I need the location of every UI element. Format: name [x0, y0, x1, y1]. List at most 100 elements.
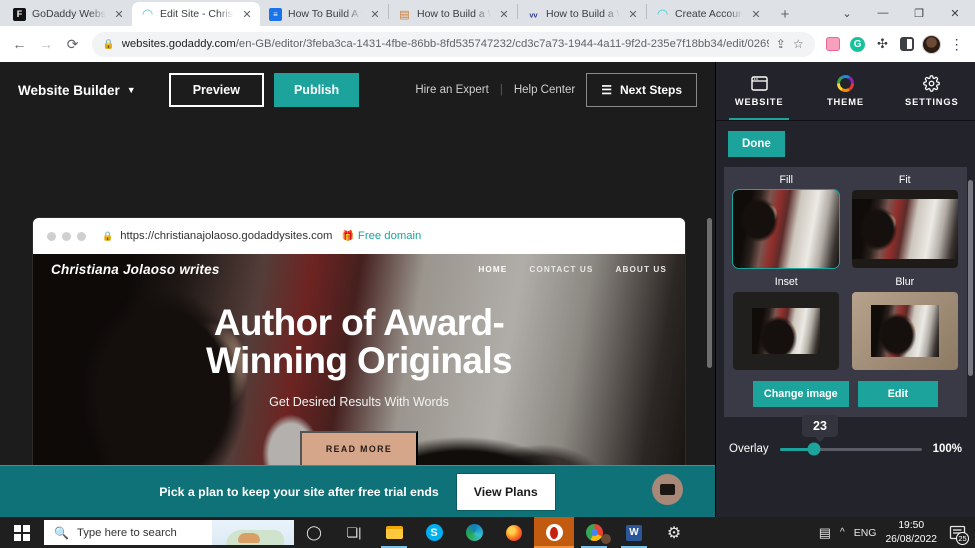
maximize-button[interactable]: ❐: [901, 0, 937, 26]
tab-title: GoDaddy Website B: [32, 8, 106, 20]
settings-gear-icon[interactable]: ⚙: [654, 517, 694, 548]
google-chrome-icon[interactable]: [574, 517, 614, 548]
pocket-extension-icon[interactable]: [822, 32, 845, 56]
hero-read-more-button[interactable]: READ MORE: [299, 430, 419, 467]
tab-close-icon[interactable]: ✕: [112, 7, 126, 21]
browser-tab-5[interactable]: ◠ Create Account ✕: [647, 2, 769, 26]
file-explorer-icon[interactable]: [374, 517, 414, 548]
hero-subheadline[interactable]: Get Desired Results With Words: [269, 395, 449, 409]
task-view-icon[interactable]: ❏|: [334, 517, 374, 548]
news-weather-icon[interactable]: ▤: [819, 525, 831, 541]
site-logo[interactable]: Christiana Jolaoso writes: [51, 262, 220, 277]
firefox-icon[interactable]: [494, 517, 534, 548]
site-nav-item-contact-us[interactable]: CONTACT US: [529, 265, 593, 274]
next-steps-button[interactable]: ☰ Next Steps: [586, 73, 697, 107]
show-hidden-icons-chevron-icon[interactable]: ^: [840, 527, 845, 538]
wix-icon: ᵥᵥ: [529, 8, 538, 20]
tab-website[interactable]: WEBSITE: [716, 62, 802, 120]
browser-tab-1[interactable]: ◠ Edit Site - Christiana ✕: [132, 2, 260, 26]
done-button[interactable]: Done: [728, 131, 785, 157]
site-nav-item-home[interactable]: HOME: [478, 265, 507, 274]
wallet-icon: ▤: [399, 8, 410, 21]
grammarly-extension-icon[interactable]: G: [846, 32, 869, 56]
image-mode-fill[interactable]: Fill: [732, 174, 841, 269]
browser-menu-icon[interactable]: ⋮: [945, 32, 968, 56]
sidepanel-icon[interactable]: [896, 32, 919, 56]
image-mode-label: Blur: [895, 276, 915, 288]
tab-settings[interactable]: SETTINGS: [889, 62, 975, 120]
tab-theme[interactable]: THEME: [802, 62, 888, 120]
thumb-image: [870, 305, 939, 357]
microsoft-word-icon[interactable]: W: [614, 517, 654, 548]
tab-close-icon[interactable]: ✕: [497, 7, 511, 21]
image-mode-thumb-fill[interactable]: [732, 189, 841, 269]
done-row: Done: [716, 121, 975, 165]
windows-start-icon[interactable]: [0, 524, 44, 541]
tab-close-icon[interactable]: ✕: [368, 7, 382, 21]
image-mode-section: Fill Fit Inset Blur Change image Edit: [724, 167, 967, 417]
thumb-image: [752, 308, 821, 354]
free-domain-link[interactable]: 🎁 Free domain: [341, 230, 421, 242]
opera-icon[interactable]: [534, 517, 574, 548]
chat-bubble-icon[interactable]: [652, 474, 683, 505]
image-mode-thumb-fit[interactable]: [851, 190, 958, 268]
profile-avatar[interactable]: [921, 32, 944, 56]
thumb-image: [851, 199, 958, 259]
overlay-slider-handle[interactable]: [807, 442, 821, 456]
panel-tab-bar: WEBSITE THEME SETTINGS: [716, 62, 975, 120]
tab-close-icon[interactable]: ✕: [749, 7, 763, 21]
browser-tab-4[interactable]: ᵥᵥ How to Build a Web ✕: [518, 2, 646, 26]
overlay-max-label: 100%: [932, 443, 962, 455]
image-mode-label: Fit: [898, 174, 911, 186]
extensions-puzzle-icon[interactable]: ✣: [871, 32, 894, 56]
overlay-slider-row: Overlay 100%: [729, 442, 962, 456]
publish-button[interactable]: Publish: [273, 73, 360, 107]
image-mode-inset[interactable]: Inset: [732, 276, 841, 370]
edit-image-button[interactable]: Edit: [857, 381, 939, 407]
image-mode-fit[interactable]: Fit: [851, 174, 960, 268]
bookmark-star-icon[interactable]: ☆: [793, 37, 804, 51]
tab-close-icon[interactable]: ✕: [626, 7, 640, 21]
tab-close-icon[interactable]: ✕: [240, 7, 254, 21]
image-mode-thumb-inset[interactable]: [733, 292, 840, 370]
image-mode-blur[interactable]: Blur: [851, 276, 960, 370]
godaddy-editor: Website Builder ▼ Preview Publish Hire a…: [0, 62, 975, 517]
skype-icon[interactable]: S: [414, 517, 454, 548]
minimize-button[interactable]: —: [865, 0, 901, 26]
share-icon[interactable]: ⇪: [776, 37, 786, 51]
address-bar[interactable]: 🔒 websites.godaddy.com/en-GB/editor/3feb…: [91, 31, 815, 57]
back-icon[interactable]: ←: [7, 31, 32, 57]
taskbar-clock[interactable]: 19:50 26/08/2022: [885, 519, 937, 546]
microsoft-edge-icon[interactable]: [454, 517, 494, 548]
browser-tab-2[interactable]: ≡ How To Build A Web ✕: [260, 2, 388, 26]
layout-window-icon: [750, 75, 768, 92]
browser-tab-0[interactable]: F GoDaddy Website B ✕: [4, 2, 132, 26]
panel-scrollbar[interactable]: [968, 180, 973, 376]
change-image-button[interactable]: Change image: [752, 381, 849, 407]
forward-icon[interactable]: →: [34, 31, 59, 57]
tab-settings-label: SETTINGS: [904, 97, 959, 107]
taskbar-search-input[interactable]: 🔍 Type here to search: [44, 520, 294, 545]
reload-icon[interactable]: ⟳: [60, 31, 85, 57]
cortana-icon[interactable]: ◯: [294, 517, 334, 548]
canvas-scrollbar[interactable]: [707, 218, 712, 368]
help-center-link[interactable]: Help Center: [514, 84, 575, 96]
brand-menu[interactable]: Website Builder ▼: [18, 83, 136, 98]
taskbar-search-placeholder: Type here to search: [76, 526, 177, 539]
site-navbar: Christiana Jolaoso writes HOME CONTACT U…: [33, 254, 685, 284]
overlay-slider[interactable]: [779, 442, 922, 456]
site-nav-item-about-us[interactable]: ABOUT US: [615, 265, 667, 274]
notifications-icon[interactable]: 25: [946, 522, 969, 545]
hero-headline[interactable]: Author of Award-Winning Originals: [144, 303, 574, 381]
preview-button[interactable]: Preview: [168, 73, 264, 107]
image-mode-thumb-blur[interactable]: [851, 292, 958, 370]
right-panel: WEBSITE THEME SETTINGS Done Fill Fit Ins…: [715, 62, 975, 517]
browser-tab-3[interactable]: ▤ How to Build a Web ✕: [389, 2, 517, 26]
close-button[interactable]: ✕: [937, 0, 973, 26]
hire-an-expert-link[interactable]: Hire an Expert: [415, 84, 489, 96]
trial-message: Pick a plan to keep your site after free…: [159, 484, 439, 499]
new-tab-button[interactable]: +: [772, 2, 798, 26]
tab-search-icon[interactable]: ⌄: [829, 0, 865, 26]
language-indicator[interactable]: ENG: [854, 527, 877, 539]
view-plans-button[interactable]: View Plans: [455, 472, 556, 511]
